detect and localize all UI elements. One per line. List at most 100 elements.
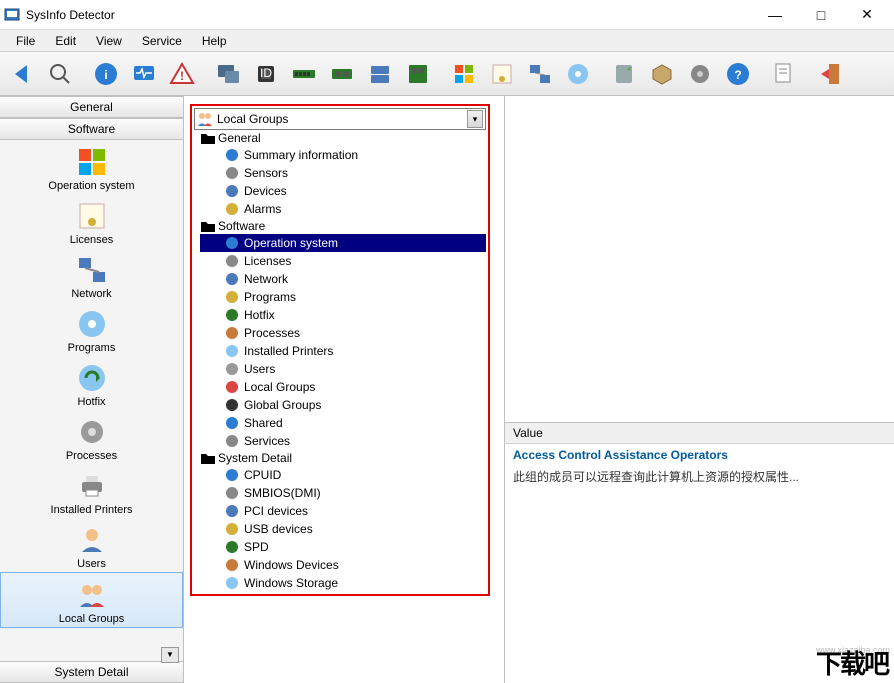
maximize-button[interactable]: □	[798, 0, 844, 30]
hotfix-icon	[76, 362, 108, 394]
window-controls: — □ ✕	[752, 0, 890, 30]
tree-node[interactable]: Alarms	[200, 200, 486, 218]
node-label: USB devices	[244, 522, 313, 536]
sidebar-category-general[interactable]: General	[0, 96, 183, 118]
tree-group-general[interactable]: General	[200, 130, 486, 146]
svg-text:i: i	[104, 68, 107, 82]
menu-view[interactable]: View	[86, 32, 132, 50]
box-button[interactable]	[644, 56, 680, 92]
minimize-button[interactable]: —	[752, 0, 798, 30]
node-icon	[224, 343, 240, 359]
sidebar-item-local-groups[interactable]: Local Groups	[0, 572, 183, 628]
gpu-button[interactable]	[324, 56, 360, 92]
sidebar-item-licenses[interactable]: Licenses	[0, 194, 183, 248]
drives-button[interactable]	[362, 56, 398, 92]
node-icon	[224, 183, 240, 199]
node-icon	[224, 165, 240, 181]
search-button[interactable]	[42, 56, 78, 92]
alarms-button[interactable]: !	[164, 56, 200, 92]
node-icon	[224, 503, 240, 519]
node-label: Shared	[244, 416, 283, 430]
tree-node[interactable]: Global Groups	[200, 396, 486, 414]
tree-node[interactable]: Windows Devices	[200, 556, 486, 574]
tree-node[interactable]: Operation system	[200, 234, 486, 252]
ram-button[interactable]	[286, 56, 322, 92]
tree-node[interactable]: Hotfix	[200, 306, 486, 324]
tree-group-system-detail[interactable]: System Detail	[200, 450, 486, 466]
help-button[interactable]: ?	[720, 56, 756, 92]
tree-node[interactable]: Services	[200, 432, 486, 450]
sidebar-item-network[interactable]: Network	[0, 248, 183, 302]
sidebar-item-programs[interactable]: Programs	[0, 302, 183, 356]
node-label: Operation system	[244, 236, 338, 250]
svg-text:ID: ID	[260, 66, 272, 80]
tree-node[interactable]: Programs	[200, 288, 486, 306]
menu-service[interactable]: Service	[132, 32, 192, 50]
navigation-tree: General Summary informationSensorsDevice…	[194, 130, 486, 592]
node-icon	[224, 467, 240, 483]
folder-icon	[200, 451, 216, 465]
tree-node[interactable]: SMBIOS(DMI)	[200, 484, 486, 502]
cpuid-button[interactable]: ID	[248, 56, 284, 92]
network-button[interactable]	[522, 56, 558, 92]
node-label: Installed Printers	[244, 344, 333, 358]
settings-button[interactable]	[682, 56, 718, 92]
app-icon	[4, 7, 20, 23]
tree-node[interactable]: Processes	[200, 324, 486, 342]
menu-help[interactable]: Help	[192, 32, 237, 50]
node-icon	[224, 253, 240, 269]
node-label: SPD	[244, 540, 269, 554]
tree-node[interactable]: Local Groups	[200, 378, 486, 396]
node-icon	[224, 235, 240, 251]
devices-button[interactable]	[210, 56, 246, 92]
tree-node[interactable]: Users	[200, 360, 486, 378]
tree-node[interactable]: CPUID	[200, 466, 486, 484]
license-button[interactable]	[484, 56, 520, 92]
category-combobox[interactable]: Local Groups ▾	[194, 108, 486, 130]
programs-button[interactable]	[560, 56, 596, 92]
node-label: Windows Devices	[244, 558, 339, 572]
tree-node[interactable]: Network	[200, 270, 486, 288]
tree-node[interactable]: PCI devices	[200, 502, 486, 520]
tree-group-software[interactable]: Software	[200, 218, 486, 234]
node-label: Hotfix	[244, 308, 275, 322]
sidebar-scroll-down[interactable]: ▼	[161, 647, 179, 663]
report-button[interactable]	[766, 56, 802, 92]
storage-button[interactable]	[606, 56, 642, 92]
sidebar-item-processes[interactable]: Processes	[0, 410, 183, 464]
sensors-button[interactable]	[126, 56, 162, 92]
menu-edit[interactable]: Edit	[45, 32, 86, 50]
sidebar-item-operation-system[interactable]: Operation system	[0, 140, 183, 194]
info-button[interactable]: i	[88, 56, 124, 92]
tree-node[interactable]: Windows Storage	[200, 574, 486, 592]
tree-node[interactable]: Shared	[200, 414, 486, 432]
tree-node[interactable]: Licenses	[200, 252, 486, 270]
watermark-logo: 下载吧	[816, 644, 888, 681]
tree-node[interactable]: Installed Printers	[200, 342, 486, 360]
back-button[interactable]	[4, 56, 40, 92]
windows-button[interactable]	[446, 56, 482, 92]
tree-node[interactable]: USB devices	[200, 520, 486, 538]
board-button[interactable]	[400, 56, 436, 92]
network-icon	[76, 254, 108, 286]
tree-node[interactable]: Sensors	[200, 164, 486, 182]
tree-node[interactable]: Summary information	[200, 146, 486, 164]
tree-node[interactable]: Devices	[200, 182, 486, 200]
sidebar-item-hotfix[interactable]: Hotfix	[0, 356, 183, 410]
exit-button[interactable]	[812, 56, 848, 92]
content: Local Groups ▾ General Summary informati…	[184, 96, 894, 683]
sidebar-category-software[interactable]: Software	[0, 118, 183, 140]
sidebar-item-users[interactable]: Users	[0, 518, 183, 572]
node-label: Global Groups	[244, 398, 321, 412]
menu-file[interactable]: File	[6, 32, 45, 50]
tree-node[interactable]: SPD	[200, 538, 486, 556]
node-icon	[224, 485, 240, 501]
node-icon	[224, 147, 240, 163]
node-label: Alarms	[244, 202, 281, 216]
sidebar-item-installed-printers[interactable]: Installed Printers	[0, 464, 183, 518]
close-button[interactable]: ✕	[844, 0, 890, 30]
detail-description: 此组的成员可以远程查询此计算机上资源的授权属性...	[505, 466, 894, 487]
sidebar-category-system-detail[interactable]: System Detail	[0, 661, 183, 683]
chevron-down-icon[interactable]: ▾	[467, 110, 483, 128]
titlebar: SysInfo Detector — □ ✕	[0, 0, 894, 30]
